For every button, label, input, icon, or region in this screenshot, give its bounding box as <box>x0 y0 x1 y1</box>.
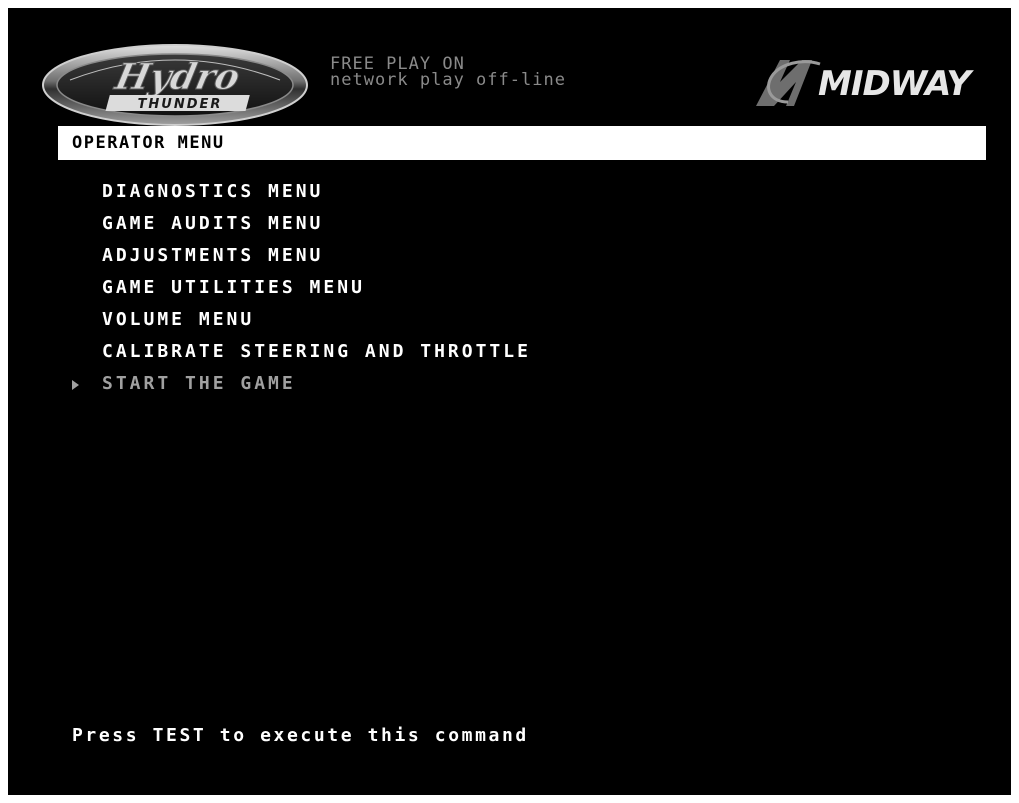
menu-item-game-utilities[interactable]: GAME UTILITIES MENU <box>64 274 362 306</box>
menu-item-adjustments[interactable]: ADJUSTMENTS MENU <box>64 242 320 274</box>
footer-hint: Press TEST to execute this command <box>72 725 529 746</box>
svg-text:THUNDER: THUNDER <box>138 97 223 112</box>
menu-item-diagnostics[interactable]: DIAGNOSTICS MENU <box>64 178 320 210</box>
machine-status: FREE PLAY ON network play off-line <box>330 56 566 90</box>
menu-item-label: GAME AUDITS MENU <box>102 213 324 234</box>
svg-text:Hydro: Hydro <box>111 55 244 98</box>
svg-text:MIDWAY: MIDWAY <box>818 64 974 104</box>
menu-item-volume[interactable]: VOLUME MENU <box>64 306 251 338</box>
operator-menu-list: DIAGNOSTICS MENU GAME AUDITS MENU ADJUST… <box>64 178 528 402</box>
menu-item-calibrate[interactable]: CALIBRATE STEERING AND THROTTLE <box>64 338 528 370</box>
menu-item-start-game[interactable]: START THE GAME <box>64 370 293 402</box>
hydro-thunder-logo: Hydro THUNDER <box>42 44 308 126</box>
menu-title: OPERATOR MENU <box>72 133 225 153</box>
menu-item-game-audits[interactable]: GAME AUDITS MENU <box>64 210 320 242</box>
menu-item-label: VOLUME MENU <box>102 309 255 330</box>
menu-item-label: CALIBRATE STEERING AND THROTTLE <box>102 341 531 362</box>
menu-title-bar: OPERATOR MENU <box>58 126 986 160</box>
menu-item-label: DIAGNOSTICS MENU <box>102 181 324 202</box>
operator-screen: Hydro THUNDER FREE PLAY ON network play … <box>8 8 1011 795</box>
menu-item-label: ADJUSTMENTS MENU <box>102 245 324 266</box>
network-play-status: network play off-line <box>330 70 566 90</box>
triangle-right-icon <box>72 380 79 390</box>
midway-logo: MIDWAY <box>756 60 975 106</box>
menu-item-label: GAME UTILITIES MENU <box>102 277 365 298</box>
menu-item-label: START THE GAME <box>102 373 296 394</box>
